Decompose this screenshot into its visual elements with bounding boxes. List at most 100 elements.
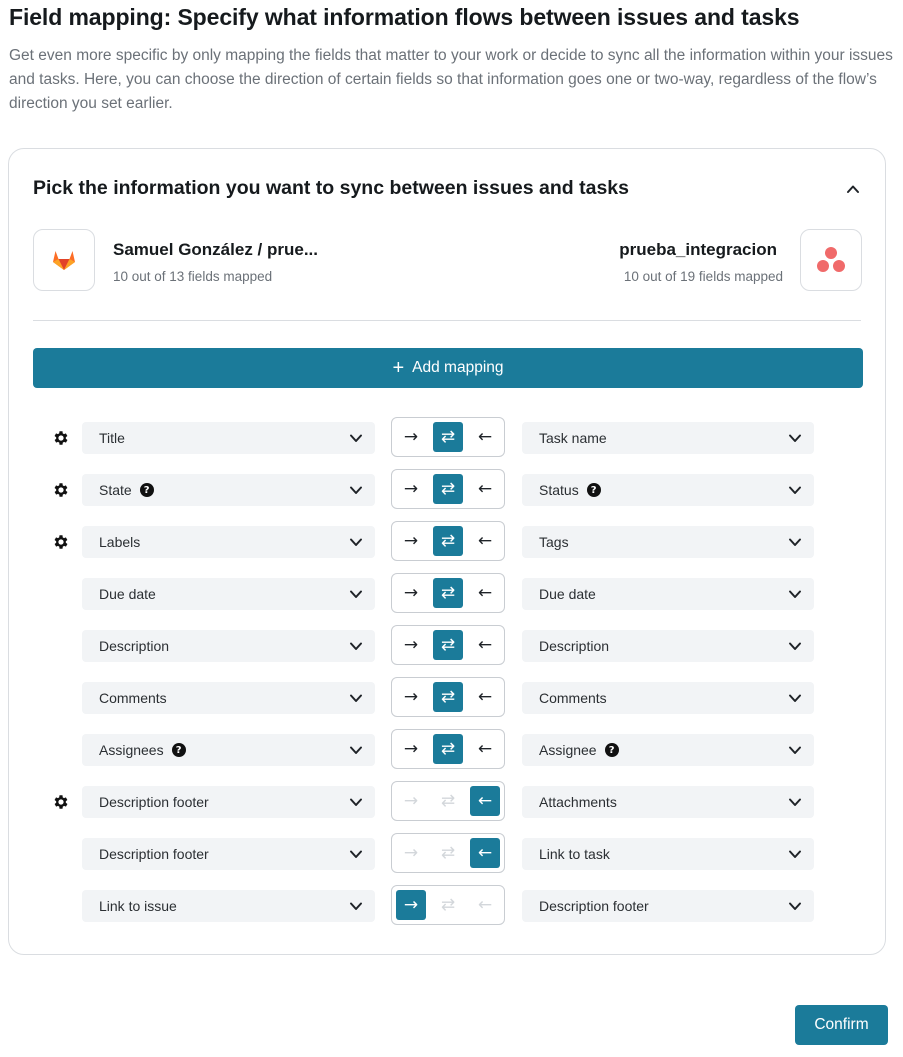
page-title: Field mapping: Specify what information … xyxy=(9,4,800,30)
arrow-right-icon[interactable]: → xyxy=(396,526,426,556)
chevron-down-icon xyxy=(349,535,363,549)
plus-icon: + xyxy=(392,357,405,379)
asana-logo xyxy=(800,229,862,291)
right-fields-mapped: 10 out of 19 fields mapped xyxy=(623,269,783,284)
arrow-left-icon[interactable]: ← xyxy=(470,682,500,712)
left-field-label: State xyxy=(99,482,132,498)
field-mapping-card: Pick the information you want to sync be… xyxy=(8,148,886,955)
gear-icon[interactable] xyxy=(52,429,70,447)
arrow-right-icon[interactable]: → xyxy=(396,786,426,816)
chevron-down-icon xyxy=(349,483,363,497)
mapping-row: State? → ⇄ ← Status? xyxy=(9,469,885,509)
mapping-row: Assignees? → ⇄ ← Assignee? xyxy=(9,729,885,769)
arrow-right-icon[interactable]: → xyxy=(396,682,426,712)
right-field-label: Assignee xyxy=(539,742,597,758)
arrows-both-icon[interactable]: ⇄ xyxy=(433,734,463,764)
right-field-select[interactable]: Link to task xyxy=(522,838,814,870)
right-field-select[interactable]: Assignee? xyxy=(522,734,814,766)
left-field-select[interactable]: Description footer xyxy=(82,786,375,818)
arrow-left-icon[interactable]: ← xyxy=(470,422,500,452)
left-field-label: Assignees xyxy=(99,742,164,758)
gear-icon[interactable] xyxy=(52,533,70,551)
help-icon[interactable]: ? xyxy=(171,743,186,757)
page-description: Get even more specific by only mapping t… xyxy=(9,47,893,112)
right-field-select[interactable]: Tags xyxy=(522,526,814,558)
gear-icon[interactable] xyxy=(52,793,70,811)
mapping-row: Title → ⇄ ← Task name xyxy=(9,417,885,457)
chevron-down-icon xyxy=(788,587,802,601)
left-field-label: Description footer xyxy=(99,846,209,862)
right-field-select[interactable]: Description footer xyxy=(522,890,814,922)
arrow-right-icon[interactable]: → xyxy=(396,734,426,764)
arrows-both-icon[interactable]: ⇄ xyxy=(433,838,463,868)
arrow-left-icon[interactable]: ← xyxy=(470,838,500,868)
arrow-left-icon[interactable]: ← xyxy=(470,474,500,504)
arrows-both-icon[interactable]: ⇄ xyxy=(433,474,463,504)
arrows-both-icon[interactable]: ⇄ xyxy=(433,422,463,452)
arrows-both-icon[interactable]: ⇄ xyxy=(433,526,463,556)
right-field-label: Link to task xyxy=(539,846,610,862)
chevron-down-icon xyxy=(788,431,802,445)
right-field-select[interactable]: Task name xyxy=(522,422,814,454)
confirm-button[interactable]: Confirm xyxy=(795,1005,888,1045)
help-icon[interactable]: ? xyxy=(604,743,619,757)
left-field-select[interactable]: Due date xyxy=(82,578,375,610)
arrow-right-icon[interactable]: → xyxy=(396,630,426,660)
direction-toggle: → ⇄ ← xyxy=(391,521,505,561)
arrow-right-icon[interactable]: → xyxy=(396,578,426,608)
chevron-down-icon xyxy=(349,743,363,757)
chevron-down-icon xyxy=(788,899,802,913)
chevron-down-icon xyxy=(349,795,363,809)
chevron-down-icon xyxy=(349,639,363,653)
right-field-select[interactable]: Due date xyxy=(522,578,814,610)
left-field-label: Due date xyxy=(99,586,156,602)
right-field-select[interactable]: Attachments xyxy=(522,786,814,818)
mapping-row: Description footer → ⇄ ← Attachments xyxy=(9,781,885,821)
left-fields-mapped: 10 out of 13 fields mapped xyxy=(113,269,273,284)
right-field-label: Description xyxy=(539,638,610,654)
left-field-select[interactable]: Comments xyxy=(82,682,375,714)
arrow-right-icon[interactable]: → xyxy=(396,838,426,868)
arrows-both-icon[interactable]: ⇄ xyxy=(433,682,463,712)
arrow-left-icon[interactable]: ← xyxy=(470,890,500,920)
gear-icon[interactable] xyxy=(52,481,70,499)
left-field-select[interactable]: Link to issue xyxy=(82,890,375,922)
right-field-label: Tags xyxy=(539,534,569,550)
chevron-up-icon[interactable] xyxy=(843,179,863,199)
arrow-right-icon[interactable]: → xyxy=(396,422,426,452)
left-field-select[interactable]: Title xyxy=(82,422,375,454)
divider xyxy=(33,320,861,321)
right-field-select[interactable]: Description xyxy=(522,630,814,662)
right-system-name: prueba_integracion xyxy=(619,240,777,259)
add-mapping-button[interactable]: + Add mapping xyxy=(33,348,863,388)
direction-toggle: → ⇄ ← xyxy=(391,885,505,925)
left-field-select[interactable]: Description footer xyxy=(82,838,375,870)
help-icon[interactable]: ? xyxy=(586,483,601,497)
left-field-select[interactable]: Description xyxy=(82,630,375,662)
right-field-label: Attachments xyxy=(539,794,617,810)
left-field-select[interactable]: State? xyxy=(82,474,375,506)
arrows-both-icon[interactable]: ⇄ xyxy=(433,890,463,920)
help-icon[interactable]: ? xyxy=(139,483,154,497)
arrow-right-icon[interactable]: → xyxy=(396,474,426,504)
arrow-right-icon[interactable]: → xyxy=(396,890,426,920)
arrows-both-icon[interactable]: ⇄ xyxy=(433,630,463,660)
arrow-left-icon[interactable]: ← xyxy=(470,786,500,816)
chevron-down-icon xyxy=(788,847,802,861)
arrow-left-icon[interactable]: ← xyxy=(470,734,500,764)
left-field-select[interactable]: Assignees? xyxy=(82,734,375,766)
chevron-down-icon xyxy=(788,743,802,757)
right-field-select[interactable]: Status? xyxy=(522,474,814,506)
right-field-select[interactable]: Comments xyxy=(522,682,814,714)
direction-toggle: → ⇄ ← xyxy=(391,781,505,821)
arrows-both-icon[interactable]: ⇄ xyxy=(433,786,463,816)
chevron-down-icon xyxy=(788,691,802,705)
chevron-down-icon xyxy=(788,535,802,549)
arrow-left-icon[interactable]: ← xyxy=(470,630,500,660)
left-field-select[interactable]: Labels xyxy=(82,526,375,558)
arrow-left-icon[interactable]: ← xyxy=(470,526,500,556)
chevron-down-icon xyxy=(349,587,363,601)
arrow-left-icon[interactable]: ← xyxy=(470,578,500,608)
arrows-both-icon[interactable]: ⇄ xyxy=(433,578,463,608)
right-field-label: Status xyxy=(539,482,579,498)
